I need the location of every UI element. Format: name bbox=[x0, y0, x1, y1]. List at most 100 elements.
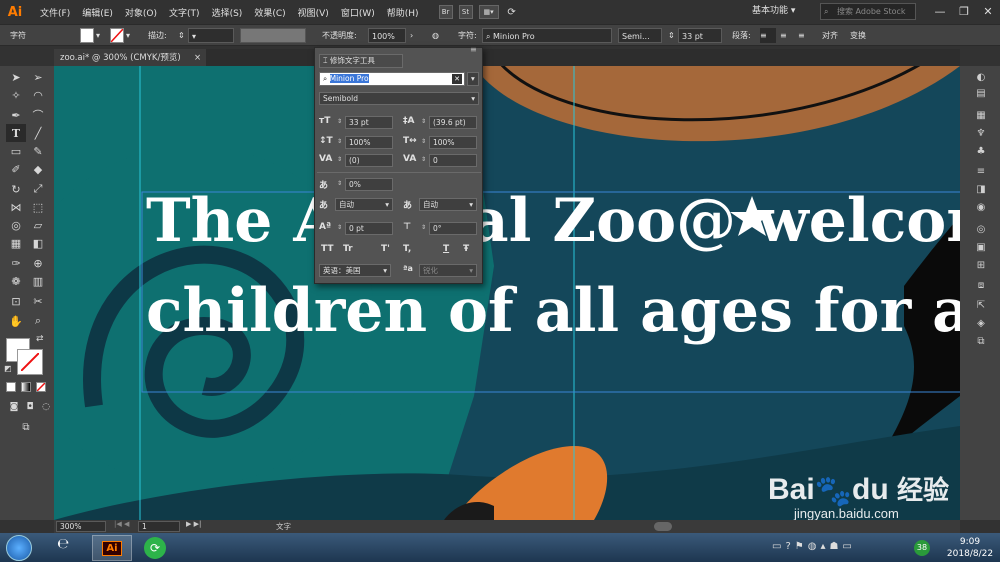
hscale-stepper-icon[interactable]: ⇕ bbox=[421, 138, 426, 145]
swap-fill-stroke-icon[interactable]: ⇄ bbox=[36, 334, 44, 344]
stroke-stepper-icon[interactable]: ⇕ bbox=[178, 28, 185, 43]
menu-edit[interactable]: 编辑(E) bbox=[76, 6, 119, 19]
vscale-stepper-icon[interactable]: ⇕ bbox=[337, 138, 342, 145]
size-stepper-icon[interactable]: ⇕ bbox=[337, 118, 342, 125]
recolor-icon[interactable]: ◍ bbox=[432, 28, 439, 43]
first-artboard-icon[interactable]: |◀ ◀ bbox=[114, 520, 129, 528]
menu-type[interactable]: 文字(T) bbox=[163, 6, 206, 19]
next-artboard-icon[interactable]: ▶ ▶| bbox=[186, 520, 201, 528]
align-panel-icon[interactable]: ⧈ bbox=[974, 278, 988, 292]
stroke-panel-icon[interactable]: ≡ bbox=[974, 164, 988, 178]
export-panel-icon[interactable]: ⇱ bbox=[974, 298, 988, 312]
shape-builder-tool-icon[interactable]: ◎ bbox=[6, 216, 26, 234]
minimize-button[interactable]: — bbox=[928, 0, 952, 22]
mesh-tool-icon[interactable]: ▦ bbox=[6, 234, 26, 252]
horizontal-scale-field[interactable]: 100% bbox=[429, 136, 477, 149]
eraser-tool-icon[interactable]: ◆ bbox=[28, 160, 48, 178]
brushes-panel-icon[interactable]: ♆ bbox=[974, 126, 988, 140]
leading-stepper-icon[interactable]: ⇕ bbox=[421, 118, 426, 125]
workspace-switcher[interactable]: 基本功能 ▾ bbox=[752, 3, 795, 16]
refresh-app-icon[interactable]: ⟳ bbox=[144, 537, 166, 559]
perspective-grid-tool-icon[interactable]: ▱ bbox=[28, 216, 48, 234]
swatches-panel-icon[interactable]: ▦ bbox=[974, 108, 988, 122]
artboards-panel-icon[interactable]: ⧉ bbox=[974, 334, 988, 348]
menu-file[interactable]: 文件(F) bbox=[34, 6, 76, 19]
menu-select[interactable]: 选择(S) bbox=[206, 6, 249, 19]
blend-tool-icon[interactable]: ⊕ bbox=[28, 254, 48, 272]
color-panel-icon[interactable]: ◐ bbox=[974, 70, 988, 84]
graphic-styles-icon[interactable]: ▣ bbox=[974, 240, 988, 254]
chevron-right-icon[interactable]: › bbox=[410, 28, 413, 43]
subscript-button[interactable]: T, bbox=[403, 244, 411, 254]
baseline-shift-field[interactable]: 0 pt bbox=[345, 222, 393, 235]
stock-button[interactable]: St bbox=[458, 5, 473, 19]
ie-icon[interactable]: ℮ bbox=[48, 536, 78, 560]
draw-inside-icon[interactable]: ◌ bbox=[36, 398, 56, 416]
magic-wand-tool-icon[interactable]: ✧ bbox=[6, 86, 26, 104]
clear-icon[interactable]: ✕ bbox=[452, 74, 462, 84]
gradient-tool-icon[interactable]: ◧ bbox=[28, 234, 48, 252]
symbols-panel-icon[interactable]: ♣ bbox=[974, 144, 988, 158]
kerning-field[interactable]: (0) bbox=[345, 154, 393, 167]
variable-width-profile[interactable] bbox=[240, 28, 306, 43]
column-graph-tool-icon[interactable]: ▥ bbox=[28, 272, 48, 290]
artboard-number-field[interactable]: 1 bbox=[138, 521, 180, 532]
font-style-select[interactable]: Semi... bbox=[618, 28, 662, 43]
canvas-text-line-2[interactable]: children of all ages for an bbox=[146, 276, 960, 346]
panel-menu-icon[interactable]: ≡ bbox=[470, 45, 477, 54]
font-size-stepper-icon[interactable]: ⇕ bbox=[668, 28, 675, 43]
tsume-field[interactable]: 0% bbox=[345, 178, 393, 191]
menu-object[interactable]: 对象(O) bbox=[119, 6, 163, 19]
menu-help[interactable]: 帮助(H) bbox=[381, 6, 425, 19]
transparency-panel-icon[interactable]: ◉ bbox=[974, 200, 988, 214]
pen-tool-icon[interactable]: ✒ bbox=[6, 106, 26, 124]
font-size-field[interactable]: 33 pt bbox=[345, 116, 393, 129]
start-button[interactable] bbox=[6, 535, 32, 561]
canvas-text-line-1[interactable]: The Animal Zoo@ welcome bbox=[146, 186, 960, 256]
type-tool-icon[interactable]: T bbox=[6, 124, 26, 142]
align-center-icon[interactable]: ≡ bbox=[780, 28, 787, 43]
tray-badge[interactable]: 38 bbox=[914, 540, 930, 556]
character-rotation-field[interactable]: 0° bbox=[429, 222, 477, 235]
horizontal-scrollbar[interactable] bbox=[654, 522, 672, 531]
gradient-panel-icon[interactable]: ◨ bbox=[974, 182, 988, 196]
touch-type-tool-button[interactable]: ⌶ 修饰文字工具 bbox=[319, 54, 403, 68]
zoom-tool-icon[interactable]: ⌕ bbox=[28, 312, 48, 330]
stock-search-input[interactable]: ⌕ 搜索 Adobe Stock bbox=[820, 3, 916, 20]
artboard-tool-icon[interactable]: ⊡ bbox=[6, 292, 26, 310]
paintbrush-tool-icon[interactable]: ✎ bbox=[28, 142, 48, 160]
rectangle-tool-icon[interactable]: ▭ bbox=[6, 142, 26, 160]
stroke-swatch[interactable] bbox=[110, 28, 124, 43]
superscript-button[interactable]: T' bbox=[381, 244, 390, 254]
rotate-tool-icon[interactable]: ↻ bbox=[6, 180, 26, 198]
stroke-color-box[interactable] bbox=[17, 349, 43, 375]
rotation-stepper-icon[interactable]: ⇕ bbox=[421, 224, 426, 231]
chevron-down-icon[interactable]: ▾ bbox=[96, 28, 100, 43]
gpu-performance-icon[interactable]: ⟳ bbox=[505, 5, 519, 19]
selection-tool-icon[interactable]: ➤ bbox=[6, 68, 26, 86]
zoom-field[interactable]: 300% bbox=[56, 521, 106, 532]
menu-view[interactable]: 视图(V) bbox=[292, 6, 335, 19]
gradient-mode-icon[interactable] bbox=[21, 382, 31, 392]
menu-window[interactable]: 窗口(W) bbox=[335, 6, 381, 19]
arrange-documents-icon[interactable]: ▦▾ bbox=[478, 5, 499, 19]
font-family-input[interactable]: ⌕ Minion Pro ✕ bbox=[319, 72, 465, 86]
type-panel-icon[interactable]: ⊞ bbox=[974, 258, 988, 272]
anti-alias-select[interactable]: 锐化 ▾ bbox=[419, 264, 477, 277]
aki-right-select[interactable]: 自动 ▾ bbox=[419, 198, 477, 211]
tsume-stepper-icon[interactable]: ⇕ bbox=[337, 180, 342, 187]
menu-effect[interactable]: 效果(C) bbox=[248, 6, 291, 19]
transform-panel-link[interactable]: 变换 bbox=[850, 28, 866, 43]
align-panel-link[interactable]: 对齐 bbox=[822, 28, 838, 43]
language-select[interactable]: 英语：美国 ▾ bbox=[319, 264, 391, 277]
appearance-panel-icon[interactable]: ◎ bbox=[974, 222, 988, 236]
free-transform-tool-icon[interactable]: ⬚ bbox=[28, 198, 48, 216]
restore-button[interactable]: ❐ bbox=[952, 0, 976, 22]
color-guide-icon[interactable]: ▤ bbox=[974, 86, 988, 100]
chevron-down-icon[interactable]: ▾ bbox=[467, 72, 479, 86]
tracking-stepper-icon[interactable]: ⇕ bbox=[421, 156, 426, 163]
close-window-button[interactable]: ✕ bbox=[976, 0, 1000, 22]
vertical-scale-field[interactable]: 100% bbox=[345, 136, 393, 149]
underline-button[interactable]: T bbox=[443, 244, 449, 254]
chevron-down-icon[interactable]: ▾ bbox=[126, 28, 130, 43]
